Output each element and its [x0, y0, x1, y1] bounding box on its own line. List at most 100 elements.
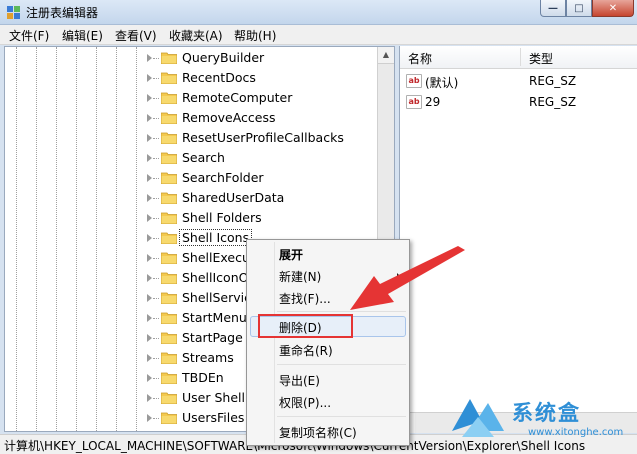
tree-connector [153, 218, 159, 219]
folder-icon [160, 351, 178, 365]
folder-icon [160, 211, 178, 225]
watermark-logo-icon [452, 399, 504, 437]
tree-connector [153, 198, 159, 199]
value-row[interactable]: ab (默认) REG_SZ [400, 72, 637, 90]
tree-connector [153, 158, 159, 159]
menu-gutter [274, 242, 275, 443]
tree-item-label: User Shell [182, 390, 245, 405]
values-pane[interactable]: 名称 类型 ab (默认) REG_SZ ab 29 REG_SZ [399, 46, 637, 432]
menu-item-new[interactable]: 新建(N) [279, 268, 321, 285]
expand-arrow-icon[interactable] [147, 134, 152, 142]
tree-item-label: UsersFiles [182, 410, 245, 425]
expand-arrow-icon[interactable] [147, 354, 152, 362]
folder-icon [160, 251, 178, 265]
folder-icon [160, 151, 178, 165]
watermark-title: 系统盒 [512, 401, 581, 425]
folder-icon [160, 411, 178, 425]
menu-bar: 文件(F) 编辑(E) 查看(V) 收藏夹(A) 帮助(H) [0, 25, 637, 45]
tree-item-label: SharedUserData [182, 190, 285, 205]
tree-item-label: ShellIconO [182, 270, 249, 285]
tree-guide-line [16, 47, 17, 431]
tree-connector [153, 418, 159, 419]
tree-item-label: RemoteComputer [182, 90, 293, 105]
value-type: REG_SZ [529, 74, 577, 88]
registry-editor-icon [7, 6, 20, 19]
expand-arrow-icon[interactable] [147, 374, 152, 382]
menu-item-find[interactable]: 查找(F)... [279, 290, 331, 307]
tree-connector [153, 138, 159, 139]
column-type-header[interactable]: 类型 [529, 50, 553, 67]
tree-connector [153, 378, 159, 379]
menu-item-rename[interactable]: 重命名(R) [279, 342, 333, 359]
string-value-icon: ab [406, 95, 422, 109]
expand-arrow-icon[interactable] [147, 294, 152, 302]
folder-icon [160, 391, 178, 405]
tree-guide-line [56, 47, 57, 431]
menu-favorites[interactable]: 收藏夹(A) [169, 27, 223, 44]
tree-connector [153, 58, 159, 59]
tree-item-label: Shell Folders [182, 210, 262, 225]
folder-icon [160, 371, 178, 385]
menu-item-permissions[interactable]: 权限(P)... [279, 394, 331, 411]
tree-connector [153, 358, 159, 359]
annotation-highlight-box [258, 314, 353, 338]
folder-icon [160, 311, 178, 325]
menu-file[interactable]: 文件(F) [9, 27, 49, 44]
expand-arrow-icon[interactable] [147, 334, 152, 342]
expand-arrow-icon[interactable] [147, 234, 152, 242]
value-type: REG_SZ [529, 95, 577, 109]
tree-item-label: StartPage [182, 330, 243, 345]
tree-item-label: ResetUserProfileCallbacks [182, 130, 344, 145]
expand-arrow-icon[interactable] [147, 254, 152, 262]
folder-icon [160, 51, 178, 65]
string-value-icon: ab [406, 74, 422, 88]
expand-arrow-icon[interactable] [147, 154, 152, 162]
minimize-button[interactable]: — [540, 0, 566, 17]
tree-guide-line [116, 47, 117, 431]
tree-item-label: TBDEn [182, 370, 224, 385]
tree-guide-line [96, 47, 97, 431]
annotation-arrow-icon [350, 246, 465, 310]
tree-item-label: RecentDocs [182, 70, 256, 85]
expand-arrow-icon[interactable] [147, 114, 152, 122]
column-separator[interactable] [520, 48, 521, 66]
menu-item-export[interactable]: 导出(E) [279, 372, 320, 389]
folder-icon [160, 231, 178, 245]
menu-edit[interactable]: 编辑(E) [62, 27, 103, 44]
tree-item-label: QueryBuilder [182, 50, 265, 65]
menu-help[interactable]: 帮助(H) [234, 27, 276, 44]
expand-arrow-icon[interactable] [147, 394, 152, 402]
tree-connector [153, 278, 159, 279]
watermark-url: www.xitonghe.com [528, 427, 624, 438]
window-title: 注册表编辑器 [26, 6, 99, 20]
menu-item-expand[interactable]: 展开 [279, 246, 303, 263]
expand-arrow-icon[interactable] [147, 314, 152, 322]
value-name: (默认) [425, 76, 459, 90]
column-name-header[interactable]: 名称 [408, 50, 432, 67]
expand-arrow-icon[interactable] [147, 54, 152, 62]
folder-icon [160, 331, 178, 345]
folder-icon [160, 111, 178, 125]
maximize-icon: □ [574, 2, 584, 14]
menu-separator [277, 364, 406, 365]
expand-arrow-icon[interactable] [147, 94, 152, 102]
expand-arrow-icon[interactable] [147, 174, 152, 182]
expand-arrow-icon[interactable] [147, 214, 152, 222]
tree-connector [153, 178, 159, 179]
expand-arrow-icon[interactable] [147, 414, 152, 422]
tree-item-label: ShellExecut [182, 250, 255, 265]
tree-guide-line [136, 47, 137, 431]
maximize-button[interactable]: □ [566, 0, 592, 17]
tree-connector [153, 398, 159, 399]
folder-icon [160, 271, 178, 285]
value-row[interactable]: ab 29 REG_SZ [400, 93, 637, 111]
tree-guide-line [76, 47, 77, 431]
close-button[interactable]: ✕ [592, 0, 634, 17]
expand-arrow-icon[interactable] [147, 194, 152, 202]
scroll-up-icon[interactable]: ▲ [378, 47, 394, 64]
menu-view[interactable]: 查看(V) [115, 27, 157, 44]
menu-separator [277, 416, 406, 417]
expand-arrow-icon[interactable] [147, 74, 152, 82]
expand-arrow-icon[interactable] [147, 274, 152, 282]
menu-item-copy-key-name[interactable]: 复制项名称(C) [279, 424, 357, 441]
